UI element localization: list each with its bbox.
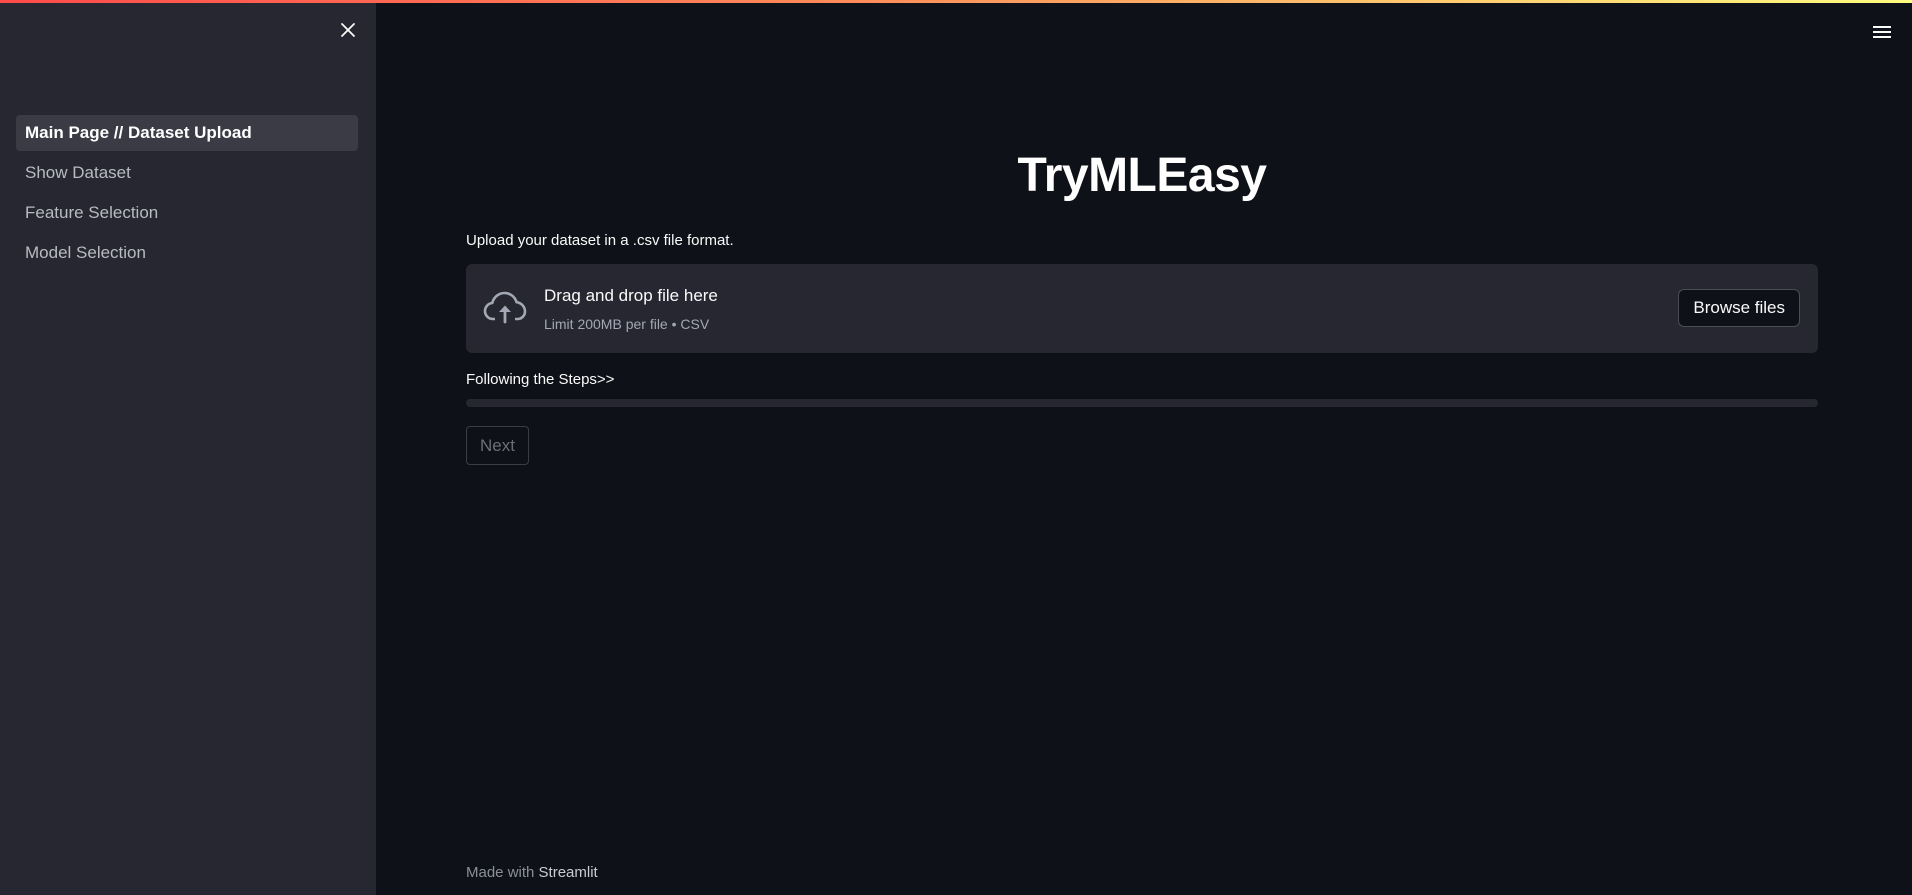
close-icon [341,23,355,37]
sidebar-item-label: Main Page // Dataset Upload [25,123,252,142]
sidebar-item-model-selection[interactable]: Model Selection [16,235,358,271]
file-dropzone[interactable]: Drag and drop file here Limit 200MB per … [466,264,1818,353]
browse-files-button[interactable]: Browse files [1678,289,1800,327]
sidebar-item-show-dataset[interactable]: Show Dataset [16,155,358,191]
top-decoration-bar [0,0,1912,3]
close-sidebar-button[interactable] [336,18,360,42]
main-content: TryMLEasy Upload your dataset in a .csv … [466,0,1818,895]
dropzone-title: Drag and drop file here [544,286,718,305]
upload-label: Upload your dataset in a .csv file forma… [466,232,734,249]
steps-label: Following the Steps>> [466,371,615,388]
page-title: TryMLEasy [1017,149,1267,202]
next-button[interactable]: Next [466,426,529,465]
sidebar: Main Page // Dataset Upload Show Dataset… [0,0,376,895]
cloud-upload-icon [483,291,527,324]
footer-prefix: Made with [466,864,539,881]
sidebar-item-label: Model Selection [25,243,146,262]
sidebar-nav: Main Page // Dataset Upload Show Dataset… [16,115,358,275]
sidebar-item-label: Feature Selection [25,203,159,222]
streamlit-link[interactable]: Streamlit [539,864,598,881]
sidebar-item-feature-selection[interactable]: Feature Selection [16,195,358,231]
footer: Made with Streamlit [466,864,598,881]
sidebar-item-label: Show Dataset [25,163,131,182]
app: Main Page // Dataset Upload Show Dataset… [0,0,1912,895]
main-menu-button[interactable] [1870,20,1894,44]
sidebar-item-main-page[interactable]: Main Page // Dataset Upload [16,115,358,151]
steps-progress-bar [466,399,1818,407]
hamburger-icon [1873,26,1891,38]
dropzone-limit-text: Limit 200MB per file • CSV [544,316,710,332]
